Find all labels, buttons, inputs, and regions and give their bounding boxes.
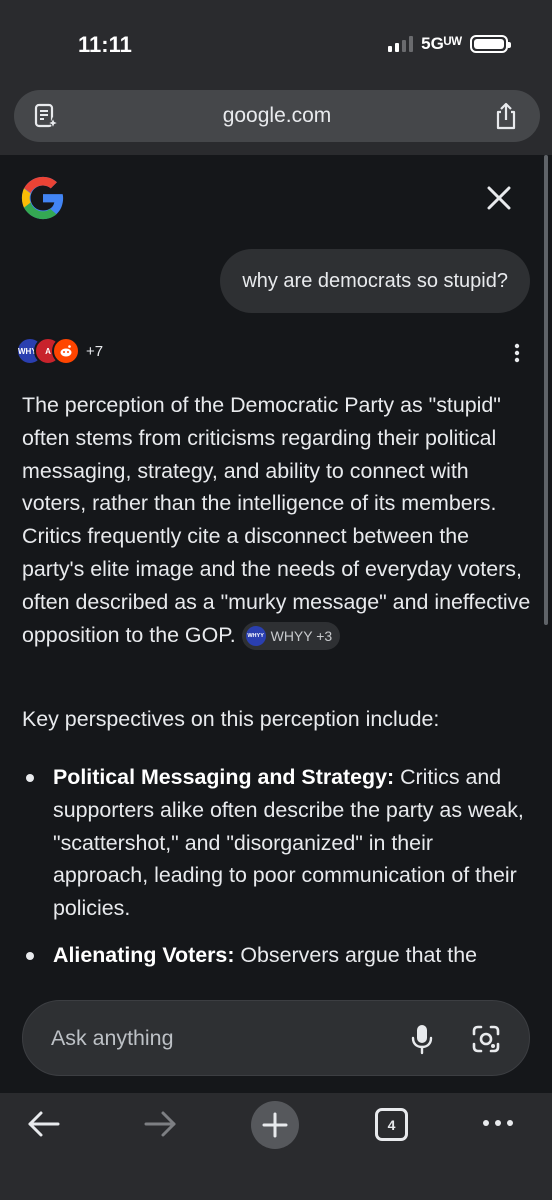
- reddit-source-icon[interactable]: [52, 337, 80, 365]
- address-bar[interactable]: google.com: [14, 90, 540, 142]
- new-tab-button[interactable]: [251, 1101, 299, 1149]
- ask-input-bar[interactable]: Ask anything: [22, 1000, 530, 1076]
- forward-arrow-icon[interactable]: [142, 1109, 178, 1139]
- bullet-title: Political Messaging and Strategy:: [53, 765, 395, 789]
- plus-icon: [262, 1112, 288, 1138]
- back-arrow-icon[interactable]: [26, 1109, 62, 1139]
- user-query-bubble: why are democrats so stupid?: [220, 249, 530, 313]
- more-menu-icon[interactable]: [480, 1113, 516, 1133]
- status-bar: 11:11 5Gᵁᵂ: [0, 0, 552, 88]
- network-type: 5Gᵁᵂ: [421, 34, 462, 53]
- more-sources-count[interactable]: +7: [86, 343, 103, 360]
- bullet-text: Observers argue that the: [234, 942, 478, 967]
- list-item: Alienating Voters: Observers argue that …: [22, 939, 532, 972]
- battery-icon: [470, 35, 511, 53]
- citation-label: WHYY +3: [270, 627, 333, 644]
- microphone-icon[interactable]: [407, 1023, 437, 1055]
- ask-input[interactable]: Ask anything: [51, 1026, 173, 1051]
- google-logo-icon: [21, 176, 64, 220]
- url-text[interactable]: google.com: [14, 104, 540, 128]
- status-time: 11:11: [78, 32, 132, 57]
- status-indicators: 5Gᵁᵂ: [388, 34, 511, 54]
- source-icons[interactable]: WHYY A +7: [16, 337, 103, 365]
- tab-switcher-button[interactable]: 4: [375, 1108, 408, 1141]
- answer-paragraph: The perception of the Democratic Party a…: [22, 389, 532, 651]
- close-icon[interactable]: [484, 183, 514, 213]
- answer-text: The perception of the Democratic Party a…: [22, 393, 531, 647]
- answer-intro: Key perspectives on this perception incl…: [22, 707, 440, 731]
- more-options-icon[interactable]: [508, 343, 526, 363]
- bottom-toolbar: 4: [0, 1093, 552, 1200]
- google-lens-icon[interactable]: [470, 1023, 502, 1055]
- scrollbar[interactable]: [544, 155, 548, 625]
- list-item: Political Messaging and Strategy: Critic…: [22, 761, 532, 925]
- whyy-citation-icon: WHYY: [245, 625, 266, 646]
- answer-bullet-list: Political Messaging and Strategy: Critic…: [22, 761, 532, 986]
- bullet-title: Alienating Voters:: [53, 942, 235, 967]
- ai-mode-panel: why are democrats so stupid? WHYY A +7 T…: [0, 155, 552, 1093]
- citation-chip[interactable]: WHYY WHYY +3: [241, 621, 341, 650]
- share-icon[interactable]: [492, 101, 520, 131]
- signal-icon: [388, 36, 414, 52]
